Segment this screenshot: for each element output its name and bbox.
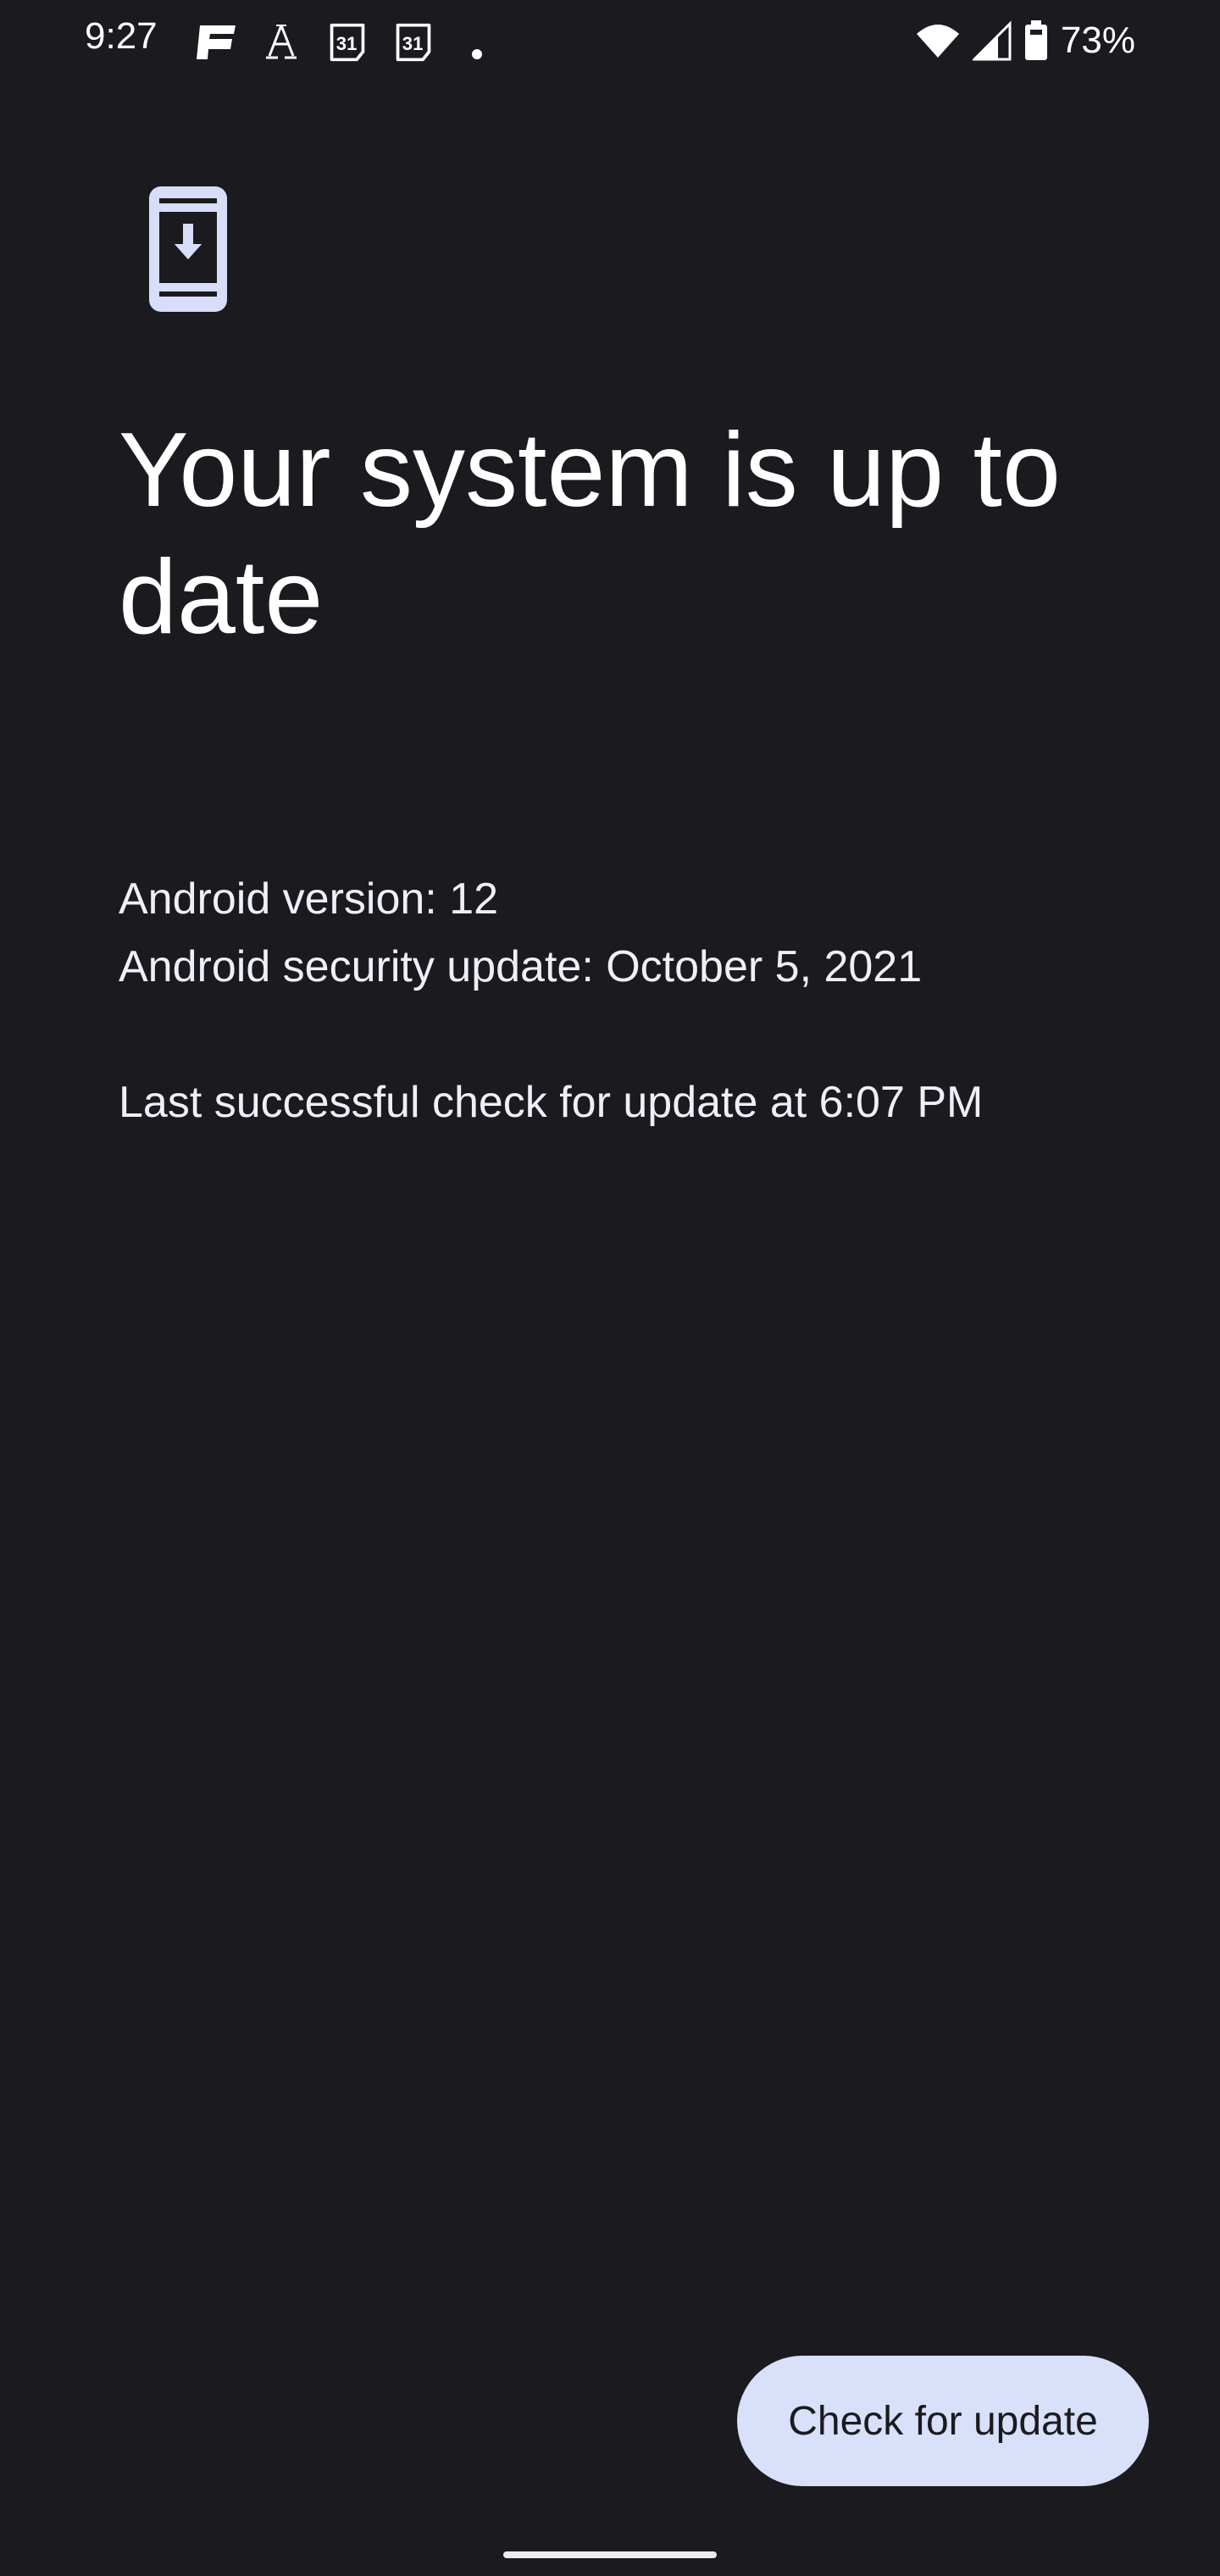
calendar-31-icon: 31 <box>330 23 365 62</box>
gesture-nav-handle[interactable] <box>503 2551 717 2558</box>
more-dot-icon <box>472 49 482 59</box>
last-check-status: Last successful check for update at 6:07… <box>119 1078 984 1127</box>
calendar-31-icon: 31 <box>396 23 431 62</box>
page-title: Your system is up to date <box>119 412 1061 656</box>
battery-icon <box>1024 20 1047 60</box>
security-update: Android security update: October 5, 2021 <box>119 942 923 991</box>
status-time: 9:27 <box>85 15 158 57</box>
font-a-icon <box>266 25 297 59</box>
wifi-icon <box>916 25 959 58</box>
system-update-icon <box>149 186 227 312</box>
check-for-update-button[interactable]: Check for update <box>737 2356 1149 2486</box>
status-bar: 9:27 31 31 73% <box>0 0 1220 85</box>
battery-percent: 73% <box>1060 19 1135 61</box>
svg-text:31: 31 <box>336 33 358 54</box>
status-right: 73% <box>915 15 1135 66</box>
svg-text:31: 31 <box>402 33 424 54</box>
android-version: Android version: 12 <box>119 874 499 924</box>
espn-icon <box>197 25 236 59</box>
cellular-signal-icon <box>972 20 1012 61</box>
